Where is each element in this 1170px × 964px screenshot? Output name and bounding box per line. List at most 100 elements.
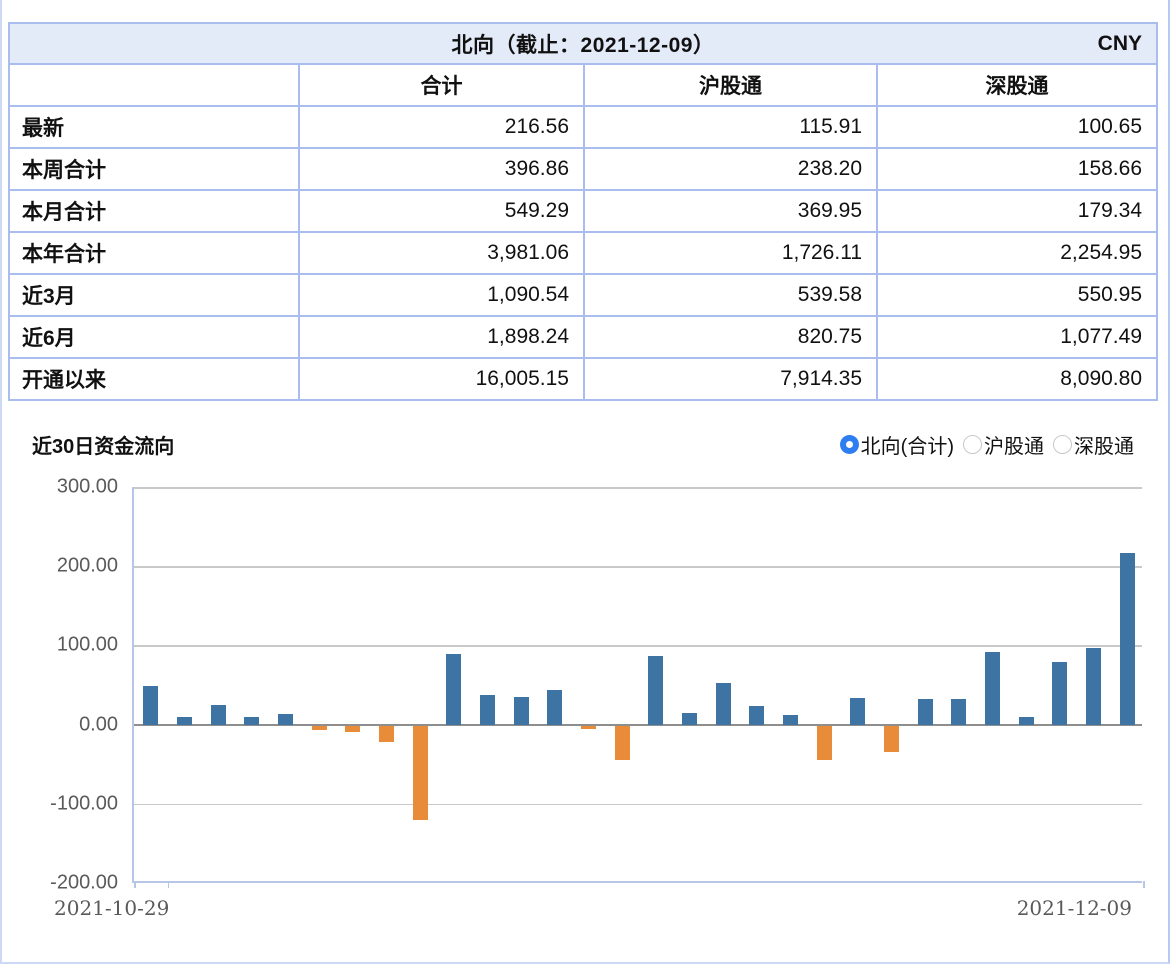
cell-value: 1,090.54 [299, 274, 584, 316]
chart-bar-positive [783, 715, 798, 725]
cell-value: 158.66 [877, 148, 1157, 190]
cell-value: 100.65 [877, 106, 1157, 148]
chart-bar-positive [244, 717, 259, 725]
radio-selected-icon[interactable] [840, 435, 859, 454]
table-body: 最新216.56115.91100.65本周合计396.86238.20158.… [9, 106, 1157, 400]
chart-bar-positive [446, 654, 461, 724]
chart-bar-negative [884, 726, 899, 752]
col-header-shanghai-connect: 沪股通 [584, 64, 877, 106]
x-axis-tick [134, 881, 136, 888]
table-row: 开通以来16,005.157,914.358,090.80 [9, 358, 1157, 400]
x-axis-label-start: 2021-10-29 [54, 896, 169, 920]
cell-value: 539.58 [584, 274, 877, 316]
table-row: 本周合计396.86238.20158.66 [9, 148, 1157, 190]
radio-unselected-icon[interactable] [1053, 435, 1072, 454]
flow-section-title: 近30日资金流向 [32, 430, 174, 459]
cell-value: 820.75 [584, 316, 877, 358]
radio-item[interactable]: 深股通 [1053, 430, 1134, 459]
cell-value: 8,090.80 [877, 358, 1157, 400]
y-tick-label: 200.00 [8, 555, 118, 578]
col-header-blank [9, 64, 299, 106]
row-label: 开通以来 [9, 358, 299, 400]
chart-bar-negative [615, 726, 630, 761]
cell-value: 3,981.06 [299, 232, 584, 274]
x-axis-tick [1143, 881, 1145, 888]
chart-bar-negative [413, 726, 428, 820]
col-header-shenzhen-connect: 深股通 [877, 64, 1157, 106]
radio-label: 北向(合计) [861, 430, 954, 459]
cell-value: 1,898.24 [299, 316, 584, 358]
chart-bar-negative [379, 726, 394, 743]
chart-bar-positive [514, 697, 529, 725]
radio-unselected-icon[interactable] [963, 435, 982, 454]
chart-bar-positive [480, 695, 495, 725]
col-header-total: 合计 [299, 64, 584, 106]
y-tick-label: 0.00 [8, 713, 118, 736]
table-title: 北向（截止：2021-12-09） [10, 24, 1156, 63]
chart-bar-positive [211, 705, 226, 725]
chart-bar-positive [1019, 717, 1034, 725]
cell-value: 369.95 [584, 190, 877, 232]
chart-bar-positive [1120, 553, 1135, 725]
page-root: 北向（截止：2021-12-09） CNY 合计 沪股通 深股通 最新216.5… [0, 0, 1170, 964]
cell-value: 396.86 [299, 148, 584, 190]
radio-item[interactable]: 北向(合计) [840, 430, 954, 459]
cell-value: 550.95 [877, 274, 1157, 316]
table-title-row: 北向（截止：2021-12-09） CNY [9, 23, 1157, 64]
x-axis-tick [168, 881, 170, 888]
chart-bar-positive [648, 656, 663, 724]
chart-header: 近30日资金流向 北向(合计) 沪股通 深股通 [32, 430, 1134, 458]
chart-bar-negative [312, 726, 327, 731]
cell-value: 549.29 [299, 190, 584, 232]
row-label: 本月合计 [9, 190, 299, 232]
table-row: 本年合计3,981.061,726.112,254.95 [9, 232, 1157, 274]
chart-bar-positive [749, 706, 764, 725]
chart-bar-positive [143, 686, 158, 725]
chart-bar-positive [985, 652, 1000, 725]
currency-label: CNY [1098, 24, 1142, 63]
cell-value: 1,077.49 [877, 316, 1157, 358]
chart-bar-positive [1086, 648, 1101, 725]
chart-bar-positive [1052, 662, 1067, 725]
table-row: 近3月1,090.54539.58550.95 [9, 274, 1157, 316]
row-label: 近6月 [9, 316, 299, 358]
gridline [134, 487, 1142, 489]
chart-bar-positive [716, 683, 731, 724]
y-tick-label: -200.00 [8, 872, 118, 895]
cell-value: 2,254.95 [877, 232, 1157, 274]
gridline [134, 645, 1142, 647]
chart-bar-positive [951, 699, 966, 724]
gridline [134, 804, 1142, 806]
cell-value: 238.20 [584, 148, 877, 190]
table-row: 最新216.56115.91100.65 [9, 106, 1157, 148]
row-label: 本周合计 [9, 148, 299, 190]
cell-value: 16,005.15 [299, 358, 584, 400]
chart-bar-negative [581, 726, 596, 729]
chart-bar-positive [177, 717, 192, 725]
chart-bar-positive [918, 699, 933, 724]
row-label: 本年合计 [9, 232, 299, 274]
cell-value: 7,914.35 [584, 358, 877, 400]
plot-area [132, 487, 1142, 883]
cell-value: 1,726.11 [584, 232, 877, 274]
y-tick-label: 100.00 [8, 634, 118, 657]
y-tick-label: -100.00 [8, 792, 118, 815]
cell-value: 115.91 [584, 106, 877, 148]
table-row: 近6月1,898.24820.751,077.49 [9, 316, 1157, 358]
chart-bar-positive [278, 714, 293, 725]
chart-bar-negative [817, 726, 832, 760]
northbound-table: 北向（截止：2021-12-09） CNY 合计 沪股通 深股通 最新216.5… [8, 22, 1158, 401]
chart-bar-negative [345, 726, 360, 732]
chart-bar-positive [547, 690, 562, 725]
cell-value: 216.56 [299, 106, 584, 148]
table-row: 本月合计549.29369.95179.34 [9, 190, 1157, 232]
radio-label: 深股通 [1074, 430, 1134, 459]
cell-value: 179.34 [877, 190, 1157, 232]
radio-item[interactable]: 沪股通 [963, 430, 1044, 459]
table-column-header-row: 合计 沪股通 深股通 [9, 64, 1157, 106]
row-label: 近3月 [9, 274, 299, 316]
chart-bar-positive [682, 713, 697, 725]
row-label: 最新 [9, 106, 299, 148]
gridline [134, 566, 1142, 568]
radio-label: 沪股通 [984, 430, 1044, 459]
